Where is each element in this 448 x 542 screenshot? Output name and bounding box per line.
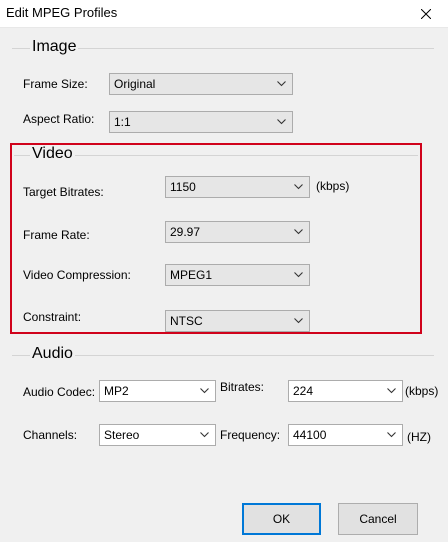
audio-bitrates-unit: (kbps)	[405, 384, 439, 398]
constraint-select[interactable]: NTSC	[165, 310, 310, 332]
chevron-down-icon	[387, 388, 396, 394]
chevron-down-icon	[294, 229, 303, 235]
aspect-ratio-label: Aspect Ratio:	[23, 112, 95, 126]
frame-rate-select[interactable]: 29.97	[165, 221, 310, 243]
frequency-value: 44100	[293, 428, 327, 442]
channels-select[interactable]: Stereo	[99, 424, 216, 446]
aspect-ratio-select[interactable]: 1:1	[109, 111, 293, 133]
close-button[interactable]	[404, 0, 448, 28]
target-bitrates-label: Target Bitrates:	[23, 185, 104, 199]
chevron-down-icon	[294, 318, 303, 324]
frame-rate-label: Frame Rate:	[23, 228, 90, 242]
frame-rate-value: 29.97	[170, 225, 201, 239]
video-compression-value: MPEG1	[170, 268, 213, 282]
title-bar: Edit MPEG Profiles	[0, 0, 448, 28]
audio-codec-value: MP2	[104, 384, 129, 398]
image-group-label: Image	[30, 38, 79, 56]
ok-button-label: OK	[272, 512, 291, 526]
close-icon	[421, 9, 431, 19]
chevron-down-icon	[277, 119, 286, 125]
chevron-down-icon	[294, 272, 303, 278]
frame-size-select[interactable]: Original	[109, 73, 293, 95]
video-compression-select[interactable]: MPEG1	[165, 264, 310, 286]
chevron-down-icon	[200, 388, 209, 394]
frequency-label: Frequency:	[220, 428, 281, 442]
audio-group-divider	[12, 355, 434, 356]
chevron-down-icon	[200, 432, 209, 438]
audio-bitrates-select[interactable]: 224	[288, 380, 403, 402]
window-title: Edit MPEG Profiles	[6, 5, 118, 20]
video-group-label: Video	[30, 145, 75, 163]
video-compression-label: Video Compression:	[23, 268, 131, 282]
target-bitrates-value: 1150	[170, 180, 196, 194]
channels-label: Channels:	[23, 428, 78, 442]
cancel-button[interactable]: Cancel	[338, 503, 418, 535]
target-bitrates-unit: (kbps)	[316, 179, 350, 193]
frame-size-value: Original	[114, 77, 156, 91]
audio-group-label: Audio	[30, 345, 75, 363]
frame-size-label: Frame Size:	[23, 77, 88, 91]
constraint-value: NTSC	[170, 314, 203, 328]
chevron-down-icon	[277, 81, 286, 87]
aspect-ratio-value: 1:1	[114, 115, 131, 129]
frequency-select[interactable]: 44100	[288, 424, 403, 446]
cancel-button-label: Cancel	[359, 512, 397, 526]
channels-value: Stereo	[104, 428, 140, 442]
audio-bitrates-value: 224	[293, 384, 314, 398]
audio-bitrates-label: Bitrates:	[220, 380, 265, 394]
target-bitrates-select[interactable]: 1150	[165, 176, 310, 198]
ok-button[interactable]: OK	[242, 503, 321, 535]
chevron-down-icon	[387, 432, 396, 438]
constraint-label: Constraint:	[23, 310, 82, 324]
chevron-down-icon	[294, 184, 303, 190]
audio-codec-label: Audio Codec:	[23, 385, 96, 399]
frequency-unit: (HZ)	[407, 430, 431, 444]
audio-codec-select[interactable]: MP2	[99, 380, 216, 402]
